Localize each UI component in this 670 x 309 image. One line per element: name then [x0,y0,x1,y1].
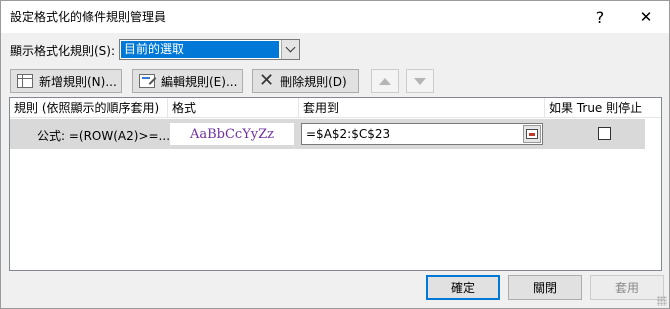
close-window-button[interactable]: ✕ [623,1,669,33]
delete-rule-button[interactable]: ✕ 刪除規則(D) [252,69,359,93]
edit-rule-button[interactable]: 編輯規則(E)... [132,69,243,93]
arrow-down-icon [414,77,426,85]
title-bar: 設定格式化的條件規則管理員 ? ✕ [1,1,669,33]
window-title: 設定格式化的條件規則管理員 [10,10,167,24]
range-select-icon [526,129,538,139]
delete-x-icon: ✕ [259,70,275,91]
applies-to-field[interactable]: =$A$2:$C$23 [301,123,543,145]
table-row[interactable]: 公式: =(ROW(A2)>=... AaBbCcYyZz =$A$2:$C$2… [10,119,645,149]
edit-rule-icon [139,74,155,88]
move-down-button[interactable] [406,69,434,93]
format-preview: AaBbCcYyZz [170,123,294,145]
header-rule[interactable]: 規則 (依照顯示的順序套用) [10,98,168,118]
rule-formula: 公式: =(ROW(A2)>=... [37,129,171,143]
header-applies-to[interactable]: 套用到 [299,98,545,118]
stop-if-true-checkbox[interactable] [598,127,611,140]
apply-button[interactable]: 套用 [590,275,664,300]
rules-grid: 規則 (依照顯示的順序套用) 格式 套用到 如果 True 則停止 公式: =(… [9,97,662,271]
show-rules-dropdown[interactable]: 目前的選取 [119,39,300,60]
show-rules-selected-value[interactable]: 目前的選取 [121,41,279,58]
applies-to-value: =$A$2:$C$23 [306,127,391,141]
grid-header: 規則 (依照顯示的順序套用) 格式 套用到 如果 True 則停止 [10,98,661,118]
header-format[interactable]: 格式 [168,98,299,118]
close-button[interactable]: 關閉 [508,275,582,300]
arrow-up-icon [379,77,391,85]
new-rule-icon [17,74,33,88]
show-rules-label: 顯示格式化規則(S): [10,44,116,58]
range-select-button[interactable] [523,125,541,143]
new-rule-label: 新增規則(N)... [39,74,117,89]
delete-rule-label: 刪除規則(D) [280,74,347,89]
new-rule-button[interactable]: 新增規則(N)... [10,69,122,93]
dropdown-arrow-button[interactable] [281,40,299,59]
conditional-formatting-rules-manager-dialog: 設定格式化的條件規則管理員 ? ✕ 顯示格式化規則(S): 目前的選取 新增規則… [0,0,670,309]
ok-button[interactable]: 確定 [426,275,500,300]
help-button[interactable]: ? [577,1,623,33]
resize-grip-icon[interactable] [657,296,667,306]
chevron-down-icon [285,42,296,53]
header-stop-if-true[interactable]: 如果 True 則停止 [545,98,661,118]
edit-rule-label: 編輯規則(E)... [161,74,238,89]
move-up-button[interactable] [371,69,399,93]
